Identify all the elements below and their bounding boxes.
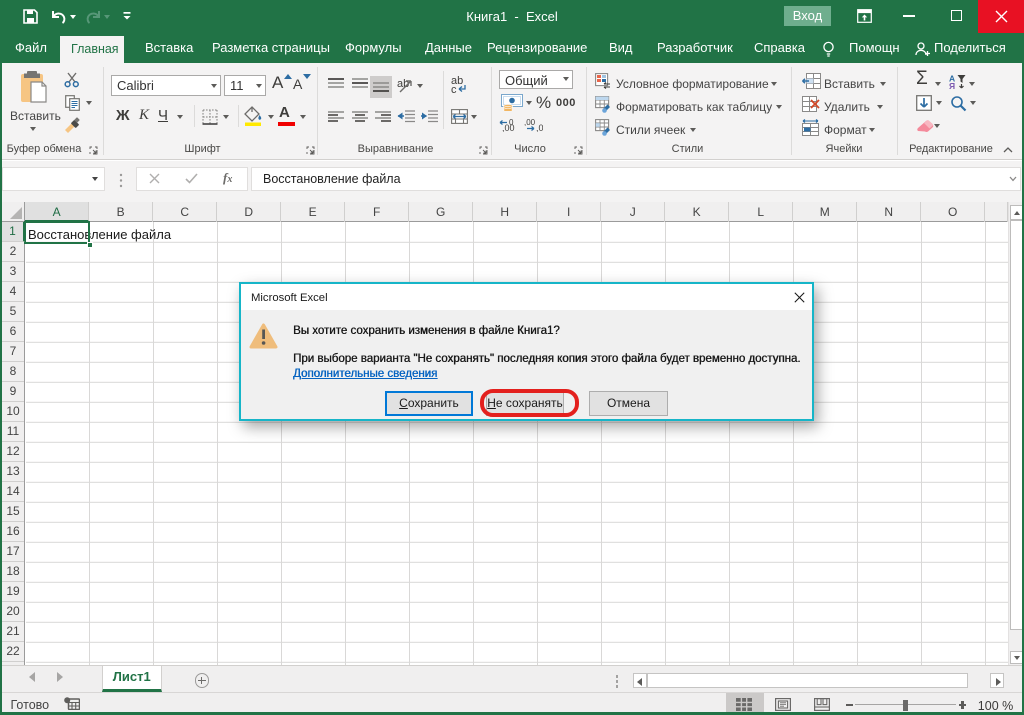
svg-text:0: 0 <box>509 119 514 127</box>
svg-text:,00: ,00 <box>524 119 536 127</box>
svg-text:c: c <box>451 84 457 94</box>
svg-text:,0: ,0 <box>536 123 543 132</box>
svg-text:Я: Я <box>949 81 955 89</box>
